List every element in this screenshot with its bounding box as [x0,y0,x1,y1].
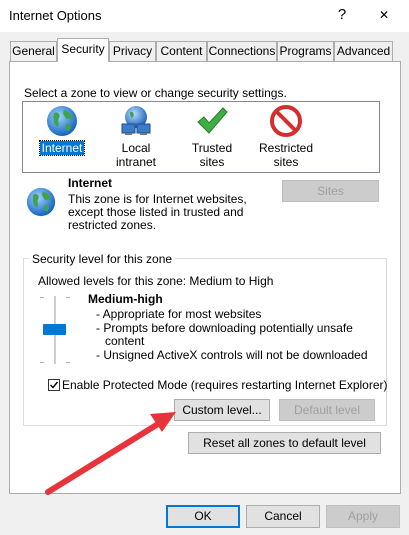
window-title: Internet Options [9,8,102,23]
apply-button[interactable]: Apply [326,505,400,528]
slider-tick [66,297,70,298]
level-bullet: content [105,334,145,348]
tab-general[interactable]: General [10,41,57,61]
checkmark-icon [195,104,229,138]
default-level-button[interactable]: Default level [279,399,375,421]
zone-prompt: Select a zone to view or change security… [24,86,287,100]
protected-mode-checkbox[interactable] [48,379,60,391]
protected-mode-label: Enable Protected Mode (requires restarti… [62,378,388,392]
allowed-levels-text: Allowed levels for this zone: Medium to … [38,274,274,288]
slider-tick [40,362,44,363]
tab-advanced[interactable]: Advanced [334,41,393,61]
intranet-icon [119,104,153,138]
zone-restricted-sites-label: Restricted sites [258,141,314,169]
ok-button[interactable]: OK [166,505,240,528]
restricted-icon [269,104,303,138]
zone-local-intranet-label: Local intranet [115,141,157,169]
zone-internet-label: Internet [38,140,86,156]
tab-privacy[interactable]: Privacy [109,41,156,61]
selected-zone-description: This zone is for Internet websites, exce… [68,192,247,232]
cancel-button[interactable]: Cancel [246,505,320,528]
globe-icon [45,104,79,138]
zone-trusted-sites[interactable]: Trusted sites [176,104,248,169]
slider-tick [66,362,70,363]
level-bullet: - Unsigned ActiveX controls will not be … [96,347,368,362]
help-button[interactable]: ? [332,4,352,26]
security-level-slider-thumb[interactable] [43,324,66,335]
sites-button[interactable]: Sites [282,180,379,202]
level-name: Medium-high [88,292,163,306]
zone-local-intranet[interactable]: Local intranet [100,104,172,169]
slider-tick [40,297,44,298]
level-bullet: - Prompts before downloading potentially… [96,320,353,335]
selected-zone-globe-icon [25,186,57,218]
tab-security[interactable]: Security [57,38,109,62]
close-icon: ✕ [378,8,390,22]
security-level-group-title: Security level for this zone [29,252,176,266]
tab-content[interactable]: Content [156,41,207,61]
tab-programs[interactable]: Programs [277,41,334,61]
reset-all-zones-button[interactable]: Reset all zones to default level [188,432,381,454]
checkmark-icon [50,381,59,389]
zone-restricted-sites[interactable]: Restricted sites [254,104,318,169]
close-button[interactable]: ✕ [372,4,396,26]
level-bullet: - Appropriate for most websites [96,307,262,321]
tab-connections[interactable]: Connections [207,41,277,61]
selected-zone-title: Internet [68,176,113,190]
custom-level-button[interactable]: Custom level... [174,399,270,421]
zone-internet[interactable]: Internet [36,104,88,156]
zone-trusted-sites-label: Trusted sites [191,141,233,169]
level-description: - Appropriate for most websites - Prompt… [96,307,368,362]
